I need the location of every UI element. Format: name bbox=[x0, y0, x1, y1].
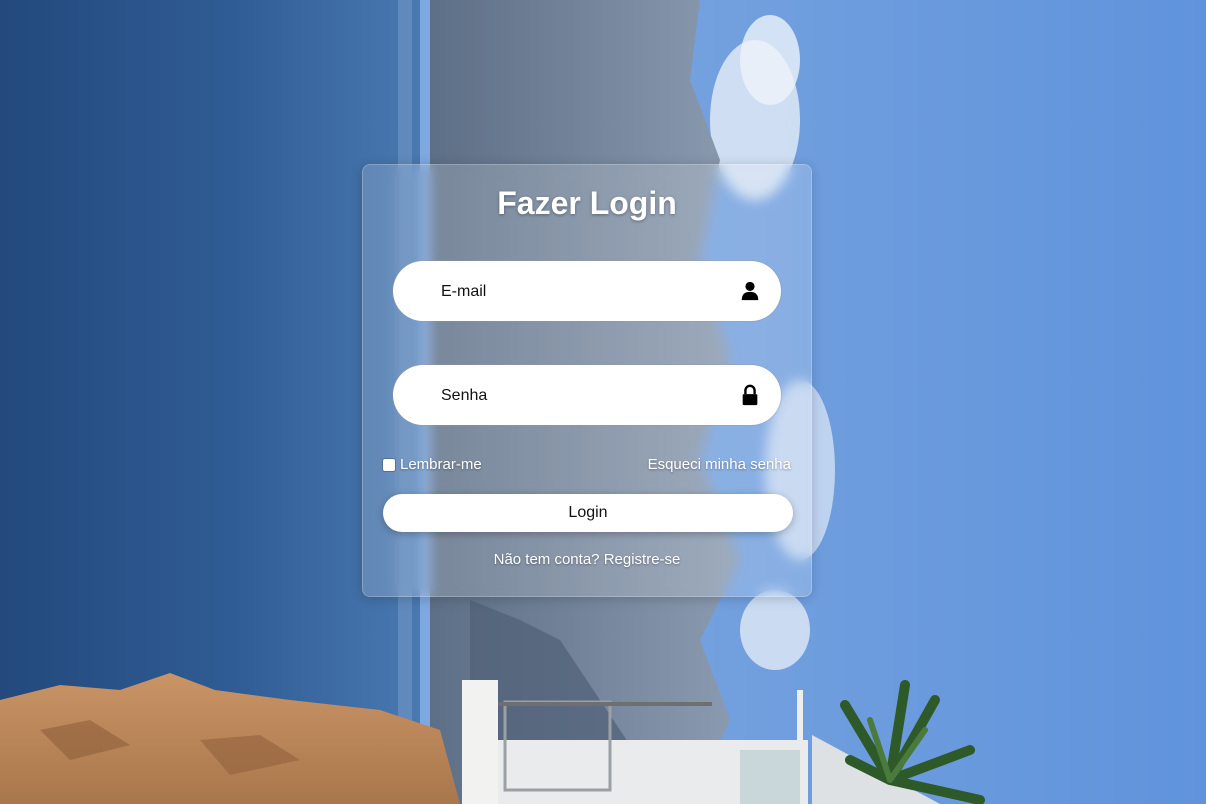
remember-me-label: Lembrar-me bbox=[400, 456, 482, 473]
login-options: Lembrar-me Esqueci minha senha bbox=[383, 456, 791, 476]
login-card: Fazer Login Lembrar-me Esqueci minha sen… bbox=[362, 164, 812, 597]
remember-me-checkbox[interactable]: Lembrar-me bbox=[383, 456, 482, 473]
checkbox-box[interactable] bbox=[383, 458, 395, 471]
register-prompt: Não tem conta? Registre-se bbox=[363, 551, 811, 568]
email-input[interactable] bbox=[439, 263, 733, 321]
lock-icon bbox=[742, 384, 758, 406]
email-field-wrapper bbox=[393, 261, 781, 321]
password-input[interactable] bbox=[439, 367, 733, 425]
login-button[interactable]: Login bbox=[383, 494, 793, 532]
register-prompt-text: Não tem conta? bbox=[493, 551, 600, 568]
password-field-wrapper bbox=[393, 365, 781, 425]
forgot-password-link[interactable]: Esqueci minha senha bbox=[648, 456, 791, 473]
user-icon bbox=[741, 281, 759, 301]
login-title: Fazer Login bbox=[497, 185, 677, 221]
register-link[interactable]: Registre-se bbox=[604, 551, 681, 568]
